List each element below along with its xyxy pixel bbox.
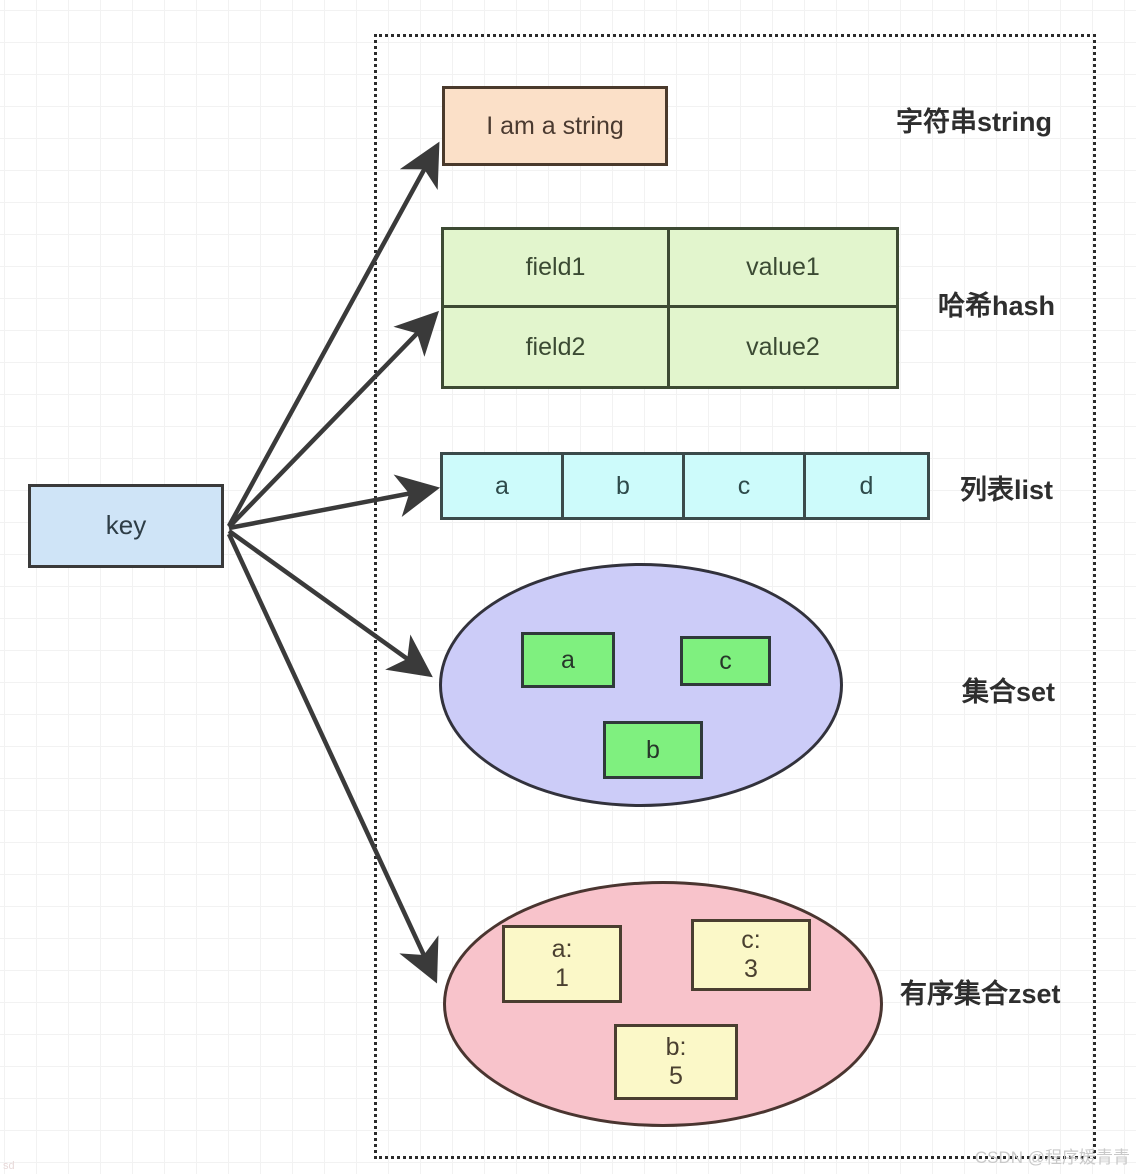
type-label-set: 集合set	[962, 677, 1056, 707]
zset-item-c-member: c:	[741, 925, 761, 954]
hash-cell-field2: field2	[444, 308, 670, 386]
hash-cell-value2: value2	[670, 308, 896, 386]
string-value-box[interactable]: I am a string	[442, 86, 668, 166]
type-label-hash: 哈希hash	[938, 291, 1056, 321]
zset-item-c[interactable]: c: 3	[691, 919, 811, 991]
watermark-corner-text: sd	[3, 1160, 15, 1172]
zset-item-b-score: 5	[669, 1062, 683, 1090]
zset-item-c-score: 3	[744, 955, 758, 983]
list-row[interactable]: a b c d	[440, 452, 930, 520]
list-cell-2: c	[685, 455, 806, 517]
zset-item-b[interactable]: b: 5	[614, 1024, 738, 1100]
type-label-zset: 有序集合zset	[900, 979, 1061, 1009]
key-node[interactable]: key	[28, 484, 224, 568]
type-label-list: 列表list	[960, 475, 1054, 505]
set-item-a[interactable]: a	[521, 632, 615, 688]
zset-item-a-score: 1	[555, 964, 569, 992]
key-node-label: key	[105, 510, 147, 541]
watermark-text: CSDN @程序媛青青	[974, 1148, 1130, 1167]
diagram-canvas: key I am a string 字符串string field1 value…	[0, 0, 1136, 1174]
list-cell-0: a	[443, 455, 564, 517]
set-item-b[interactable]: b	[603, 721, 703, 779]
string-value-label: I am a string	[486, 111, 624, 140]
list-cell-1: b	[564, 455, 685, 517]
hash-table[interactable]: field1 value1 field2 value2	[441, 227, 899, 389]
type-label-string: 字符串string	[896, 107, 1053, 137]
zset-item-a[interactable]: a: 1	[502, 925, 622, 1003]
zset-item-b-member: b:	[665, 1032, 687, 1061]
hash-cell-value1: value1	[670, 230, 896, 308]
set-item-c[interactable]: c	[680, 636, 771, 686]
zset-item-a-member: a:	[551, 934, 573, 963]
hash-cell-field1: field1	[444, 230, 670, 308]
list-cell-3: d	[806, 455, 927, 517]
